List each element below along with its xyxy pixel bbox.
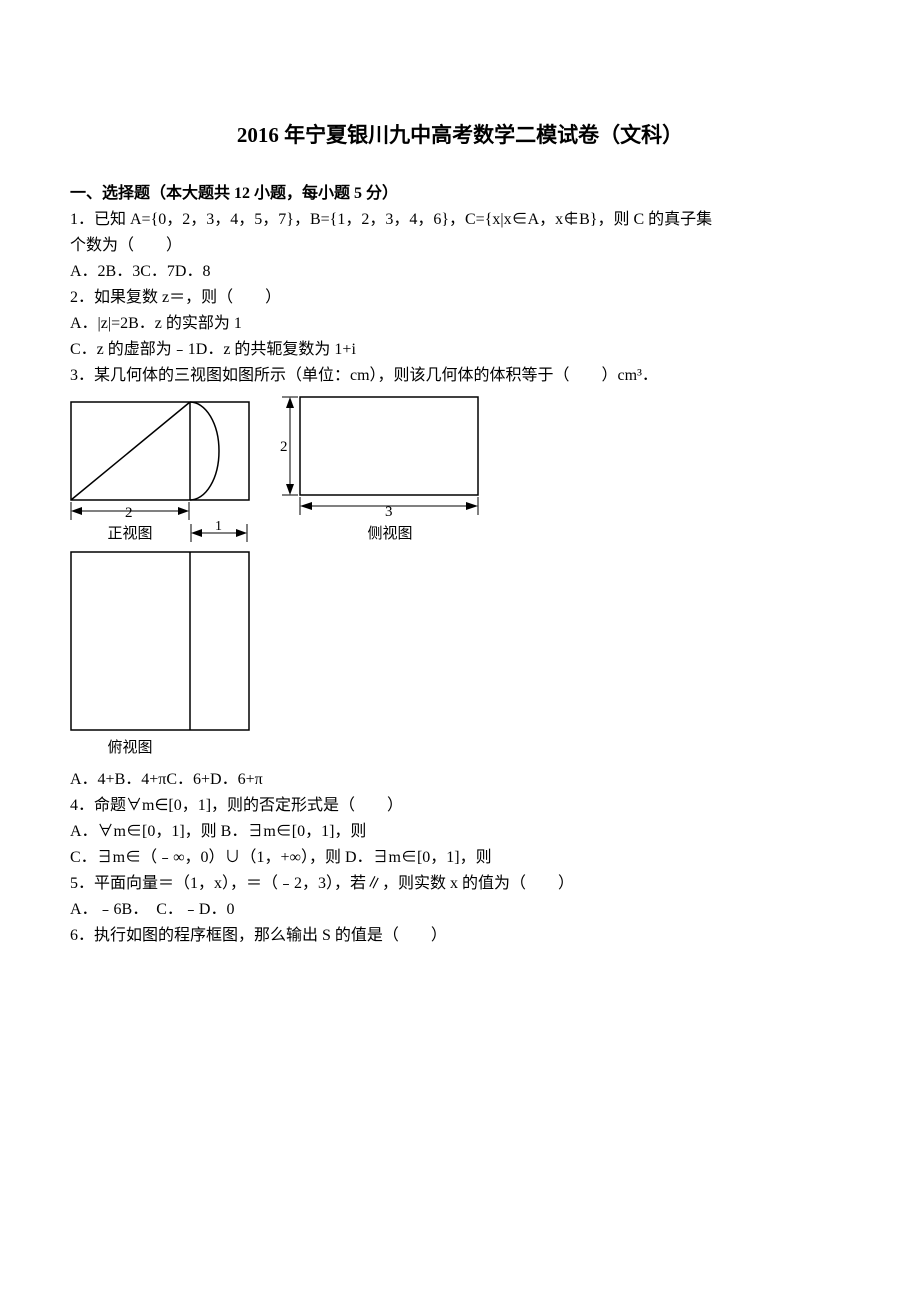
top-view-label: 俯视图 xyxy=(70,737,190,760)
three-views-figure: 2 正视图 1 2 xyxy=(70,396,850,761)
q4-opt2: C．∃m∈（﹣∞，0）∪（1，+∞），则 D．∃m∈[0，1]，则 xyxy=(70,846,850,870)
dim-2b: 2 xyxy=(280,439,288,455)
page-title: 2016 年宁夏银川九中高考数学二模试卷（文科） xyxy=(70,120,850,152)
q1-options: A．2B．3C．7D．8 xyxy=(70,260,850,284)
q3-options: A．4+B．4+πC．6+D．6+π xyxy=(70,768,850,792)
side-view: 2 3 侧视图 xyxy=(280,396,480,546)
q6-line1: 6．执行如图的程序框图，那么输出 S 的值是（ ） xyxy=(70,924,850,948)
section-header: 一、选择题（本大题共 12 小题，每小题 5 分） xyxy=(70,182,850,206)
dim-2a: 2 xyxy=(125,505,133,521)
front-view: 2 正视图 1 xyxy=(70,401,250,546)
q1-line2: 个数为（ ） xyxy=(70,234,850,258)
q5-line1: 5．平面向量＝（1，x），＝（﹣2，3），若∥，则实数 x 的值为（ ） xyxy=(70,872,850,896)
q4-line1: 4．命题∀m∈[0，1]，则的否定形式是（ ） xyxy=(70,794,850,818)
top-view: 俯视图 xyxy=(70,551,250,760)
side-view-label: 侧视图 xyxy=(300,523,480,546)
q3-line1: 3．某几何体的三视图如图所示（单位：cm），则该几何体的体积等于（ ）cm³． xyxy=(70,364,850,388)
q4-opt1: A．∀m∈[0，1]，则 B．∃m∈[0，1]，则 xyxy=(70,820,850,844)
dim-3: 3 xyxy=(385,504,393,520)
front-view-label: 正视图 xyxy=(70,523,190,546)
q2-opt2: C．z 的虚部为﹣1D．z 的共轭复数为 1+i xyxy=(70,338,850,362)
q2-opt1: A．|z|=2B．z 的实部为 1 xyxy=(70,312,850,336)
dim-1: 1 xyxy=(215,521,222,534)
q5-options: A．﹣6B． C．﹣D．0 xyxy=(70,898,850,922)
q2-line1: 2．如果复数 z＝，则（ ） xyxy=(70,286,850,310)
q1-line1: 1．已知 A={0，2，3，4，5，7}，B={1，2，3，4，6}，C={x|… xyxy=(70,208,850,232)
